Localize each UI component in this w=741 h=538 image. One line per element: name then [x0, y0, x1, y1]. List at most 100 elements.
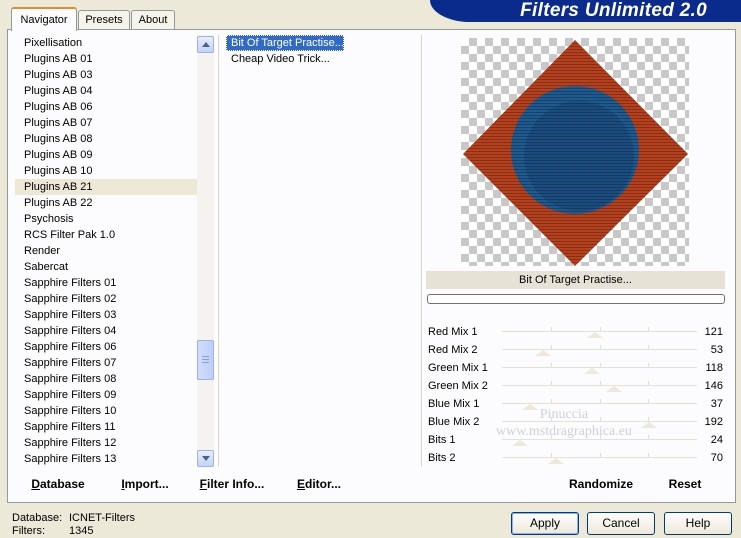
divider [218, 35, 219, 467]
category-item[interactable]: Plugins AB 06 [15, 99, 197, 115]
app-title-banner: Filters Unlimited 2.0 [430, 0, 741, 22]
slider-label: Red Mix 2 [428, 344, 478, 356]
tab-about[interactable]: About [131, 10, 175, 29]
slider-thumb[interactable] [534, 350, 551, 356]
filter-item[interactable]: Bit Of Target Practise... [226, 35, 344, 51]
watermark-line1: Pinuccia [539, 407, 589, 422]
app-title: Filters Unlimited 2.0 [520, 0, 707, 21]
tab-presets[interactable]: Presets [78, 10, 130, 29]
preview-artwork [463, 40, 688, 266]
slider-thumb[interactable] [605, 386, 622, 392]
scroll-up-button[interactable] [197, 36, 214, 53]
slider-label: Bits 2 [428, 452, 456, 464]
slider-track[interactable] [502, 399, 697, 410]
help-button[interactable]: Help [664, 512, 732, 535]
chevron-up-icon [202, 42, 210, 47]
preview-filter-name: Bit Of Target Practise... [426, 271, 725, 289]
category-item[interactable]: Plugins AB 03 [15, 67, 197, 83]
slider-value: 37 [710, 398, 723, 410]
category-item[interactable]: Pixellisation [15, 35, 197, 51]
category-item[interactable]: Plugins AB 10 [15, 163, 197, 179]
scroll-thumb[interactable] [197, 340, 214, 380]
preview-image [461, 38, 689, 266]
category-item[interactable]: Plugins AB 01 [15, 51, 197, 67]
divider [421, 35, 422, 467]
slider-row[interactable]: Red Mix 2 53 [426, 341, 725, 359]
slider-thumb[interactable] [584, 368, 601, 374]
category-item[interactable]: Sapphire Filters 12 [15, 435, 197, 451]
slider-label: Green Mix 2 [428, 380, 488, 392]
slider-label: Green Mix 1 [428, 362, 488, 374]
category-item[interactable]: Plugins AB 09 [15, 147, 197, 163]
database-label: Database: [12, 512, 63, 524]
slider-thumb[interactable] [512, 440, 529, 446]
slider-thumb[interactable] [547, 458, 564, 464]
slider-row[interactable]: Green Mix 1 118 [426, 359, 725, 377]
category-item[interactable]: Sapphire Filters 11 [15, 419, 197, 435]
filters-count-value: 1345 [69, 525, 94, 537]
slider-track[interactable] [502, 327, 697, 338]
database-button[interactable]: Database [26, 475, 90, 493]
cancel-button[interactable]: Cancel [587, 512, 655, 535]
category-item[interactable]: Sapphire Filters 01 [15, 275, 197, 291]
watermark-line2: www.mstdragraphica.eu [496, 424, 632, 439]
slider-value: 118 [705, 362, 723, 374]
slider-value: 70 [710, 452, 723, 464]
slider-track[interactable] [502, 345, 697, 356]
category-item[interactable]: Plugins AB 22 [15, 195, 197, 211]
database-value: ICNET-Filters [69, 512, 135, 524]
apply-button[interactable]: Apply [511, 512, 579, 535]
filter-info-button[interactable]: Filter Info... [196, 475, 268, 493]
category-item[interactable]: Sapphire Filters 08 [15, 371, 197, 387]
slider-value: 146 [704, 380, 723, 392]
category-item[interactable]: Sapphire Filters 03 [15, 307, 197, 323]
slider-value: 24 [710, 434, 723, 446]
category-item[interactable]: Sapphire Filters 04 [15, 323, 197, 339]
slider-row[interactable]: Bits 2 70 [426, 449, 725, 467]
slider-label: Blue Mix 1 [428, 398, 480, 410]
category-item[interactable]: Psychosis [15, 211, 197, 227]
scroll-down-button[interactable] [197, 450, 214, 467]
category-item[interactable]: Sapphire Filters 02 [15, 291, 197, 307]
slider-label: Red Mix 1 [428, 326, 478, 338]
slider-track[interactable] [502, 453, 697, 464]
slider-thumb[interactable] [586, 332, 603, 338]
status-database: Database: ICNET-Filters [12, 512, 135, 525]
category-item[interactable]: Sapphire Filters 09 [15, 387, 197, 403]
slider-panel: Red Mix 1 121 Red Mix 2 53 Green Mix 1 118 Gre… [426, 323, 725, 467]
category-item[interactable]: Plugins AB 04 [15, 83, 197, 99]
category-item[interactable]: Sapphire Filters 06 [15, 339, 197, 355]
slider-value: 121 [704, 326, 723, 338]
filter-item[interactable]: Cheap Video Trick... [226, 51, 330, 67]
category-item[interactable]: Sapphire Filters 07 [15, 355, 197, 371]
category-item[interactable]: Sapphire Filters 10 [15, 403, 197, 419]
tab-navigator[interactable]: Navigator [11, 7, 77, 31]
slider-label: Blue Mix 2 [428, 416, 480, 428]
category-item[interactable]: Plugins AB 21 [15, 179, 197, 195]
slider-value: 53 [710, 344, 723, 356]
slider-row[interactable]: Green Mix 2 146 [426, 377, 725, 395]
slider-track[interactable] [502, 363, 697, 374]
category-item[interactable]: Sabercat [15, 259, 197, 275]
chevron-down-icon [202, 456, 210, 461]
filter-list[interactable]: Bit Of Target Practise... Cheap Video Tri… [226, 35, 416, 67]
category-scrollbar[interactable] [197, 35, 214, 467]
editor-button[interactable]: Editor... [293, 475, 345, 493]
slider-row[interactable]: Red Mix 1 121 [426, 323, 725, 341]
category-item[interactable]: RCS Filter Pak 1.0 [15, 227, 197, 243]
category-item[interactable]: Plugins AB 07 [15, 115, 197, 131]
category-list[interactable]: Pixellisation Plugins AB 01 Plugins AB 03 P… [15, 35, 197, 467]
category-item[interactable]: Plugins AB 08 [15, 131, 197, 147]
status-filters: Filters: 1345 [12, 525, 93, 538]
category-item[interactable]: Render [15, 243, 197, 259]
import-button[interactable]: Import... [116, 475, 174, 493]
slider-label: Bits 1 [428, 434, 456, 446]
progress-bar [427, 294, 725, 304]
category-item[interactable]: Sapphire Filters 13 [15, 451, 197, 467]
slider-thumb[interactable] [640, 422, 657, 428]
slider-track[interactable] [502, 381, 697, 392]
reset-button[interactable]: Reset [662, 475, 708, 493]
slider-value: 192 [704, 416, 723, 428]
filters-count-label: Filters: [12, 525, 45, 537]
randomize-button[interactable]: Randomize [562, 475, 640, 493]
